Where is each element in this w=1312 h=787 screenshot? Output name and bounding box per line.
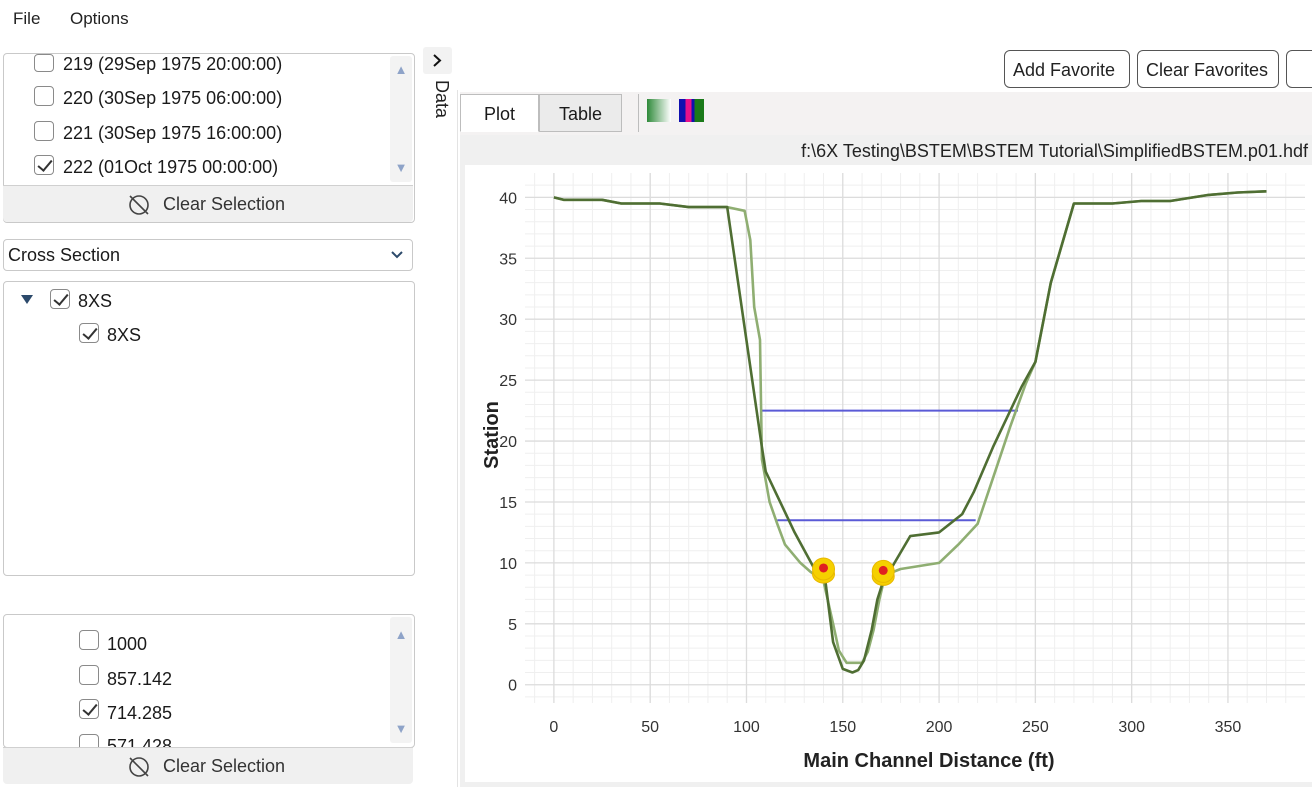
- toolbar-button-partial[interactable]: [1286, 50, 1312, 88]
- menu-file[interactable]: File: [13, 9, 40, 29]
- station-checkbox-571[interactable]: [79, 734, 99, 747]
- time-step-label-220: 220 (30Sep 1975 06:00:00): [63, 88, 283, 108]
- categorical-palette-icon[interactable]: [679, 99, 704, 122]
- gradient-palette-icon[interactable]: [647, 99, 671, 122]
- y-tick-label: 30: [499, 312, 517, 329]
- station-label-857: 857.142: [107, 669, 173, 689]
- cross-section-chart[interactable]: 0510152025303540 0 50 100 150 200 250 300 350 M…: [465, 165, 1312, 782]
- bank-marker-center: [819, 563, 829, 573]
- y-tick-label: 25: [499, 373, 517, 390]
- x-tick-label: 250: [1022, 719, 1049, 736]
- x-tick-label: 200: [926, 719, 953, 736]
- tree-child-label: 8XS: [107, 325, 142, 345]
- tab-table[interactable]: Table: [539, 94, 622, 132]
- x-tick-label: 150: [829, 719, 856, 736]
- data-pane-label: Data: [432, 80, 452, 119]
- time-step-checkbox-221[interactable]: [34, 121, 54, 141]
- station-label-714: 714.285: [107, 703, 173, 723]
- chevron-down-icon: [391, 251, 403, 259]
- x-tick-label: 0: [549, 719, 558, 736]
- clear-time-selection-button[interactable]: Clear Selection: [3, 185, 413, 222]
- y-tick-label: 35: [499, 251, 517, 268]
- x-tick-label: 100: [733, 719, 760, 736]
- scroll-up-icon[interactable]: ▲: [390, 62, 412, 77]
- scroll-down-icon[interactable]: ▼: [390, 160, 412, 175]
- time-step-label-222: 222 (01Oct 1975 00:00:00): [63, 157, 279, 177]
- chevron-right-icon: [433, 54, 442, 67]
- y-tick-label: 5: [508, 617, 517, 634]
- station-list-scrollbar[interactable]: ▲ ▼: [390, 617, 412, 743]
- cross-section-line-dark: [553, 190, 1267, 674]
- tree-root-label: 8XS: [78, 291, 113, 311]
- tree-root-checkbox[interactable]: [50, 289, 70, 309]
- clear-selection-icon: [129, 757, 149, 777]
- dropdown-selected-value: Cross Section: [8, 245, 121, 265]
- station-label-1000: 1000: [107, 634, 148, 654]
- time-list-scrollbar[interactable]: ▲ ▼: [390, 56, 412, 182]
- time-step-checkbox-219[interactable]: [34, 54, 54, 72]
- file-path: f:\6X Testing\BSTEM\BSTEM Tutorial\Simpl…: [801, 141, 1308, 161]
- cross-section-line-light: [553, 190, 1267, 665]
- clear-station-selection-button[interactable]: Clear Selection: [3, 747, 413, 784]
- expand-arrow-icon[interactable]: [20, 294, 34, 306]
- time-step-checkbox-222[interactable]: [34, 155, 54, 175]
- scroll-up-icon[interactable]: ▲: [390, 627, 412, 642]
- x-axis-label: Main Channel Distance (ft): [803, 750, 1054, 772]
- y-tick-label: 15: [499, 495, 517, 512]
- clear-selection-label: Clear Selection: [163, 756, 286, 776]
- station-checkbox-857[interactable]: [79, 665, 99, 685]
- add-favorite-button[interactable]: Add Favorite: [1004, 50, 1130, 88]
- station-checkbox-1000[interactable]: [79, 630, 99, 650]
- geometry-tree: 8XS 8XS: [3, 281, 415, 576]
- x-tick-label: 350: [1215, 719, 1242, 736]
- bank-marker-center: [878, 565, 888, 575]
- tab-plot[interactable]: Plot: [460, 94, 539, 132]
- menu-options[interactable]: Options: [70, 9, 129, 29]
- time-step-label-221: 221 (30Sep 1975 16:00:00): [63, 123, 283, 143]
- station-checkbox-714[interactable]: [79, 699, 99, 719]
- time-step-checkbox-220[interactable]: [34, 86, 54, 106]
- station-list: 1000 857.142 714.285 571.428 ▲ ▼: [3, 614, 415, 748]
- tab-separator: [638, 94, 639, 132]
- x-tick-label: 50: [641, 719, 659, 736]
- clear-favorites-button[interactable]: Clear Favorites: [1137, 50, 1279, 88]
- clear-selection-label: Clear Selection: [163, 194, 286, 214]
- data-type-dropdown[interactable]: Cross Section: [3, 239, 413, 271]
- time-step-label-219: 219 (29Sep 1975 20:00:00): [63, 54, 283, 74]
- y-axis-label: Station: [481, 401, 503, 469]
- y-tick-label: 10: [499, 556, 517, 573]
- pane-divider[interactable]: [457, 90, 458, 787]
- y-tick-label: 40: [499, 190, 517, 207]
- y-tick-label: 0: [508, 678, 517, 695]
- clear-selection-icon: [129, 195, 149, 215]
- x-tick-label: 300: [1118, 719, 1145, 736]
- tree-child-checkbox[interactable]: [79, 323, 99, 343]
- collapse-data-pane-button[interactable]: [423, 47, 452, 74]
- scroll-down-icon[interactable]: ▼: [390, 721, 412, 736]
